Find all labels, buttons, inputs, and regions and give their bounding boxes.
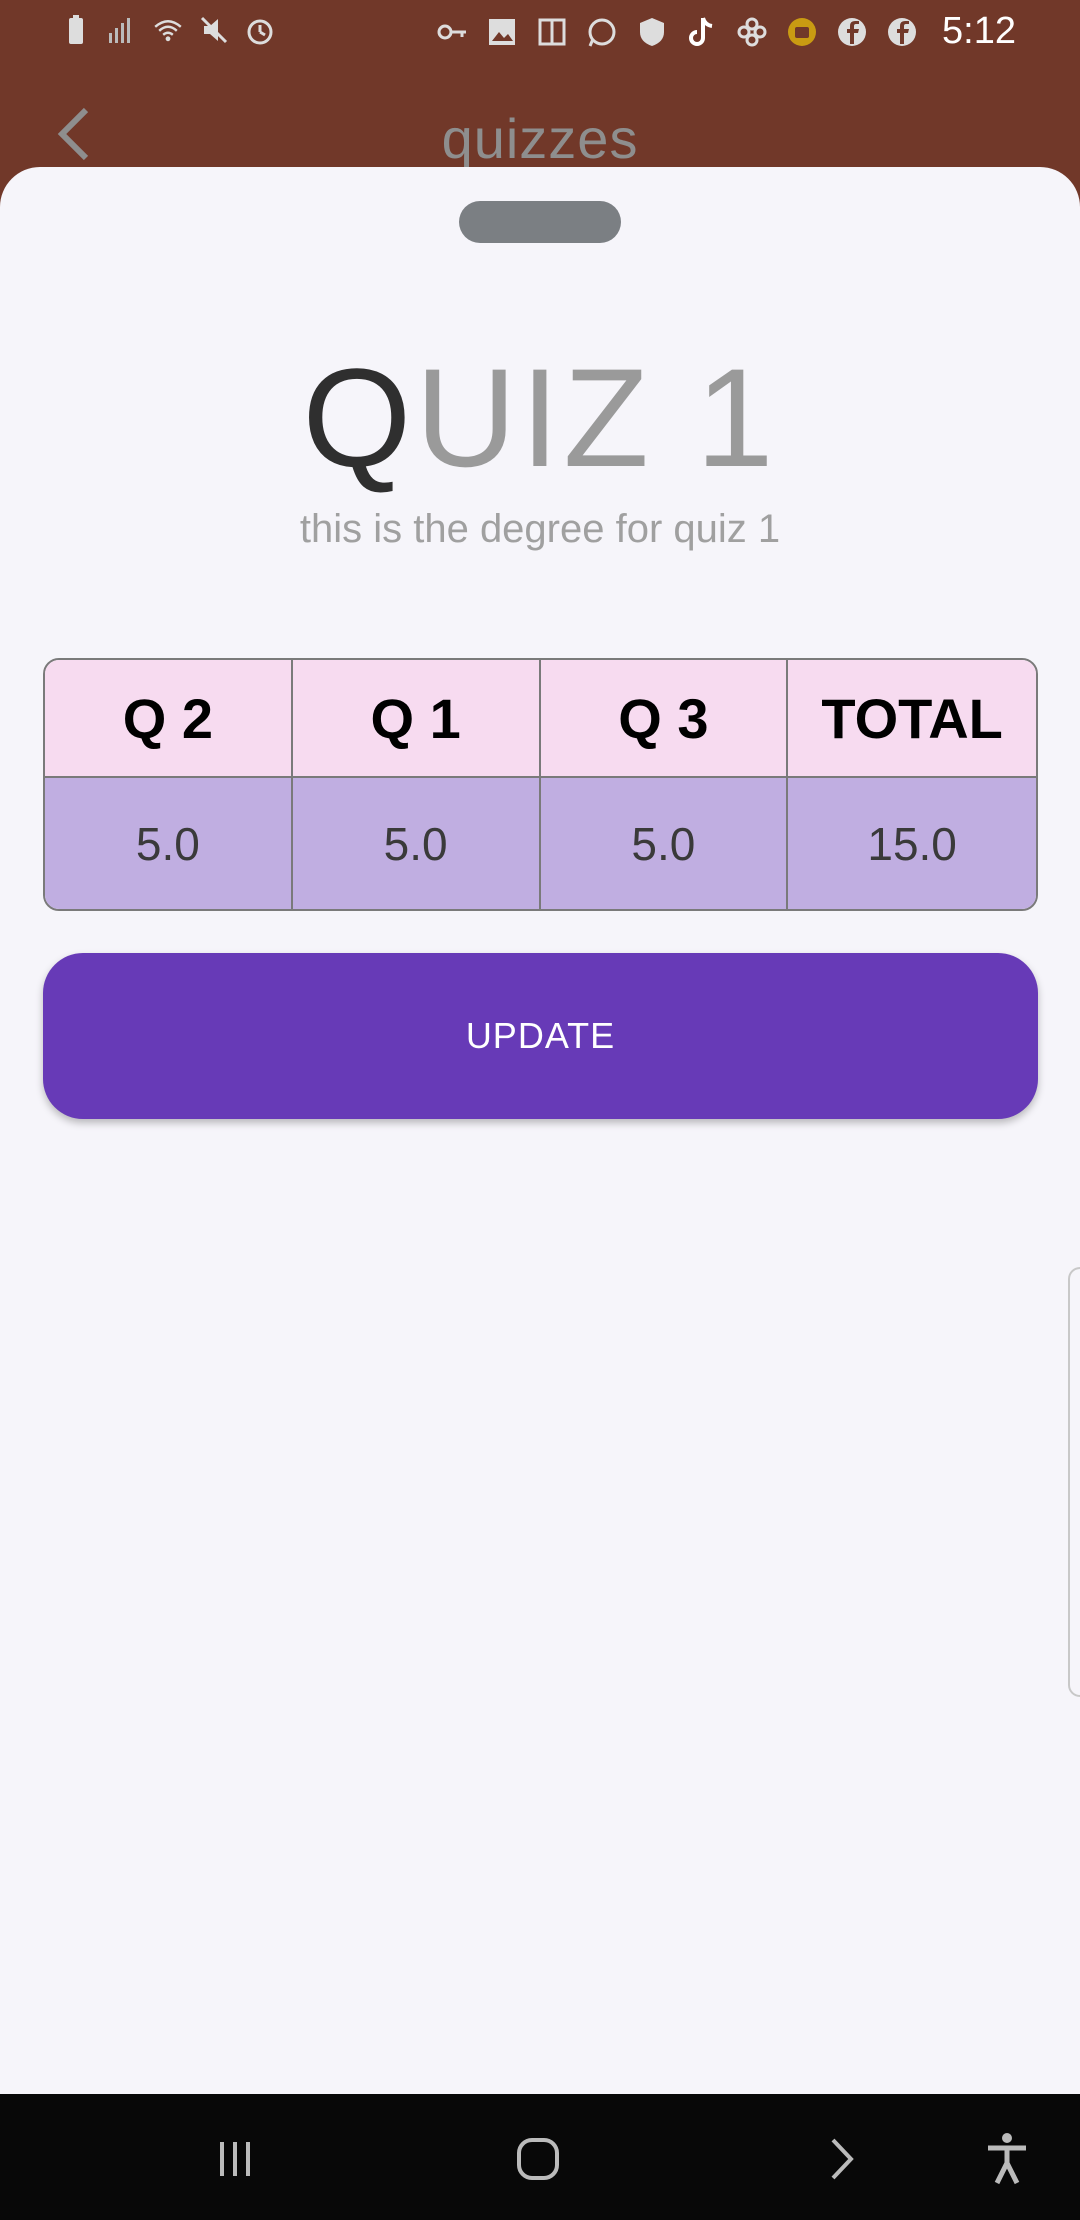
recent-apps-icon — [220, 2142, 250, 2176]
signal-icon — [106, 14, 138, 46]
app-icon — [536, 16, 568, 48]
home-icon — [517, 2138, 559, 2180]
status-left-icons — [60, 14, 276, 46]
back-nav-button[interactable] — [806, 2124, 876, 2194]
table-value-cell: 5.0 — [540, 778, 789, 909]
grades-table: Q 2 Q 1 Q 3 TOTAL 5.0 5.0 5.0 15.0 — [43, 658, 1038, 911]
battery-icon — [60, 14, 92, 46]
app-bar: quizzes — [0, 64, 1080, 174]
bottom-sheet: QUIZ 1 this is the degree for quiz 1 Q 2… — [0, 167, 1080, 2094]
edge-panel-handle[interactable] — [1068, 1267, 1080, 1697]
alarm-icon — [244, 14, 276, 46]
gallery-icon — [486, 16, 518, 48]
quiz-subtitle: this is the degree for quiz 1 — [299, 507, 781, 551]
wifi-icon — [152, 14, 184, 46]
accessibility-icon — [988, 2133, 1026, 2185]
whatsapp-icon — [586, 16, 618, 48]
status-bar: 5:12 — [0, 0, 1080, 64]
shield-icon — [636, 16, 668, 48]
home-button[interactable] — [503, 2124, 573, 2194]
table-header-cell: Q 2 — [45, 660, 293, 778]
quiz-title: QUIZ 1 — [0, 337, 1080, 499]
table-header-cell: Q 1 — [292, 660, 541, 778]
drag-handle[interactable] — [459, 201, 621, 243]
facebook-icon — [886, 16, 918, 48]
quiz-title-rest: UIZ 1 — [415, 339, 778, 496]
status-right-icons: 5:12 — [436, 10, 1016, 53]
recent-apps-button[interactable] — [200, 2124, 270, 2194]
update-button[interactable]: UPDATE — [43, 953, 1038, 1119]
mute-icon — [198, 14, 230, 46]
flower-icon — [736, 16, 768, 48]
status-time: 5:12 — [942, 10, 1016, 52]
table-value-cell: 5.0 — [292, 778, 541, 909]
accessibility-button[interactable] — [972, 2124, 1042, 2194]
vpn-key-icon — [436, 16, 468, 48]
chevron-right-icon — [831, 2138, 854, 2180]
tiktok-icon — [686, 16, 718, 48]
navigation-bar — [0, 2094, 1080, 2220]
app-title: quizzes — [441, 107, 639, 170]
download-icon — [786, 16, 818, 48]
table-header-cell: TOTAL — [788, 660, 1036, 778]
facebook-icon — [836, 16, 868, 48]
table-value-cell: 15.0 — [788, 778, 1036, 909]
quiz-title-first-letter: Q — [302, 339, 416, 496]
table-value-cell: 5.0 — [45, 778, 293, 909]
table-header-cell: Q 3 — [540, 660, 789, 778]
